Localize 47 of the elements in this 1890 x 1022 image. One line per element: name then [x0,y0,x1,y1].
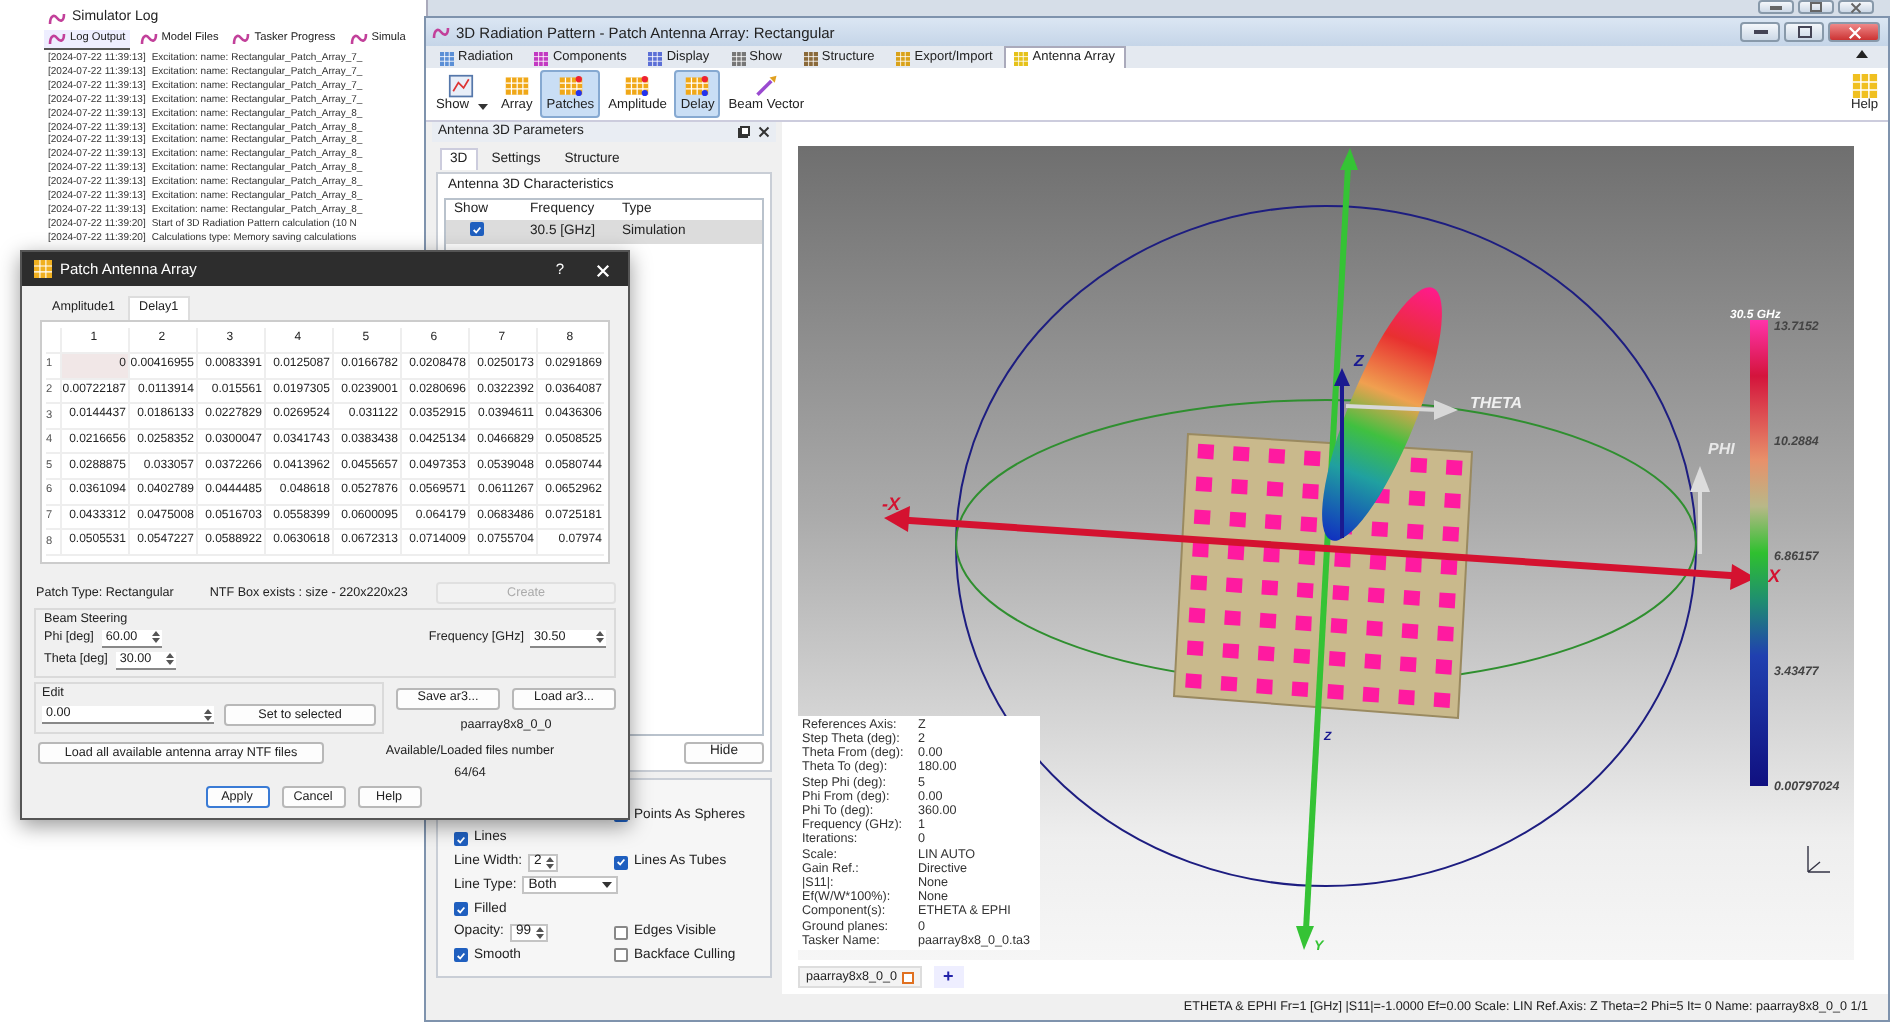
maximize-icon [1810,2,1822,12]
close-button[interactable] [1838,0,1874,14]
brush-icon [751,74,782,99]
minimize-icon [1770,5,1782,9]
axis-label: Z [1354,352,1364,370]
theta-arrow [1345,400,1458,420]
wave-icon [232,32,251,46]
chart-icon [446,74,477,99]
checkbox[interactable] [614,925,628,940]
maximize-button[interactable] [1798,0,1834,14]
spin-arrows-icon [545,855,554,870]
maximize-button[interactable] [1784,22,1824,42]
grid-icon [34,260,52,278]
close-button[interactable] [1828,22,1880,42]
wave-icon [139,32,158,46]
add-tab-button[interactable]: + [933,966,964,988]
phi-arrow [1690,466,1710,554]
minimize-button[interactable] [1758,0,1794,14]
float-icon [738,126,750,138]
checkbox[interactable] [454,832,468,847]
wave-icon [432,25,450,39]
axis-label: X [1768,566,1781,586]
checkbox[interactable] [614,855,628,870]
spin-arrows-icon [165,652,174,667]
axes-triad-icon [1807,845,1831,873]
axis-label: THETA [1470,394,1523,412]
spin-arrows-icon [535,925,543,940]
spin-arrows-icon [204,707,212,722]
checkbox[interactable] [470,222,484,237]
spin-arrows-icon [151,630,160,645]
caret-icon [602,882,613,889]
axis-label: -X [882,494,900,514]
grid-icon [1851,74,1878,99]
checkbox[interactable] [614,948,628,963]
wave-icon [349,32,368,46]
axis-label: PHI [1708,440,1735,458]
caret-icon [477,103,487,110]
checkbox[interactable] [454,902,468,917]
checkbox[interactable] [454,948,468,963]
grid-icon [622,74,653,99]
spin-arrows-icon [596,630,604,645]
grid-icon [501,74,532,99]
minimize-icon [1753,30,1767,34]
grid-icon [682,74,713,99]
collapse-arrow-icon [1856,50,1868,58]
grid-icon [555,74,586,99]
minimize-button[interactable] [1740,22,1780,42]
